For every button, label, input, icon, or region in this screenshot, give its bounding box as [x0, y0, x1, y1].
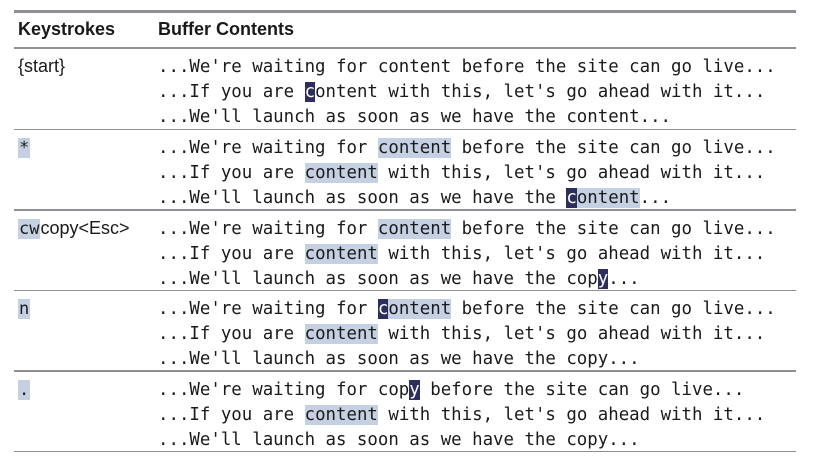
keystrokes-header: Keystrokes: [18, 19, 116, 39]
buffer-text: before the site can go live...: [451, 218, 776, 239]
keystroke-cell: .: [18, 379, 31, 400]
search-match-highlight: content: [304, 163, 378, 183]
buffer-line: ...If you are content with this, let's g…: [158, 80, 776, 105]
buffer-text: with this, let's go ahead with it...: [377, 404, 766, 425]
keystroke-text: {start}: [18, 55, 66, 76]
search-match-highlight: ontent: [576, 188, 640, 208]
buffer-text: ...If you are: [158, 404, 305, 425]
buffer-line: ...We'll launch as soon as we have the c…: [158, 186, 776, 211]
cursor-highlight: c: [304, 81, 316, 102]
buffer-line: ...We'll launch as soon as we have the c…: [158, 105, 776, 130]
buffer-text: ...We're waiting for content before the …: [158, 56, 776, 77]
keystroke-cell: cwcopy<Esc>: [18, 218, 130, 239]
keystroke-cell: n: [18, 298, 31, 319]
buffer-text: before the site can go live...: [451, 299, 776, 319]
buffer-line: ...If you are content with this, let's g…: [158, 403, 765, 428]
buffer-contents-header: Buffer Contents: [158, 19, 294, 39]
buffer-line: ...We're waiting for content before the …: [158, 136, 776, 161]
buffer-line: ...We're waiting for content before the …: [158, 297, 776, 322]
cursor-highlight: y: [597, 268, 609, 289]
buffer-text: ...We'll launch as soon as we have the c…: [158, 349, 640, 369]
keystroke-key-highlighted: n: [18, 299, 31, 319]
buffer-text: ...We'll launch as soon as we have the c…: [158, 429, 640, 450]
keystroke-text: copy<Esc>: [40, 217, 130, 238]
table-row: . ...We're waiting for copy before the si…: [14, 372, 796, 451]
keystroke-key-highlighted: *: [18, 138, 31, 158]
table-row: * ...We're waiting for content before the…: [14, 130, 796, 209]
buffer-text: ...We're waiting for cop: [158, 379, 410, 400]
table-row: cwcopy<Esc> ...We're waiting for content …: [14, 211, 796, 290]
buffer-text: ...If you are: [158, 324, 305, 344]
buffer-contents-cell: ...We're waiting for content before the …: [158, 297, 776, 372]
buffer-line: ...We'll launch as soon as we have the c…: [158, 347, 776, 372]
buffer-text: ...: [639, 188, 672, 208]
buffer-line: ...We'll launch as soon as we have the c…: [158, 428, 765, 453]
buffer-text: ...We'll launch as soon as we have the c…: [158, 268, 598, 289]
buffer-contents-cell: ...We're waiting for content before the …: [158, 217, 776, 292]
buffer-text: ...We're waiting for: [158, 218, 378, 239]
buffer-line: ...We're waiting for content before the …: [158, 217, 776, 242]
buffer-contents-cell: ...We're waiting for copy before the sit…: [158, 378, 765, 453]
keystrokes-table: Keystrokes Buffer Contents {start} ...We'…: [14, 10, 796, 452]
buffer-text: before the site can go live...: [451, 138, 776, 158]
table-row: n ...We're waiting for content before the…: [14, 291, 796, 370]
cursor-highlight: y: [409, 379, 420, 400]
buffer-text: ...: [608, 268, 640, 289]
table-row: {start} ...We're waiting for content befo…: [14, 49, 796, 129]
search-match-highlight: ontent: [388, 299, 452, 319]
cursor-highlight: c: [566, 188, 577, 208]
keystroke-cell: *: [18, 137, 31, 158]
buffer-text: ...If you are: [158, 81, 305, 102]
buffer-contents-cell: ...We're waiting for content before the …: [158, 55, 776, 130]
buffer-contents-cell: ...We're waiting for content before the …: [158, 136, 776, 211]
buffer-line: ...If you are content with this, let's g…: [158, 161, 776, 186]
buffer-line: ...If you are content with this, let's g…: [158, 322, 776, 347]
search-match-highlight: content: [304, 243, 378, 264]
buffer-text: ...We'll launch as soon as we have the c…: [158, 106, 672, 127]
buffer-text: ...If you are: [158, 243, 305, 264]
search-match-highlight: content: [304, 324, 378, 344]
search-match-highlight: content: [377, 218, 452, 239]
cursor-highlight: c: [377, 299, 389, 319]
keystroke-key-highlighted: .: [18, 379, 31, 400]
buffer-line: ...We're waiting for copy before the sit…: [158, 378, 765, 403]
table-body: {start} ...We're waiting for content befo…: [14, 47, 796, 452]
buffer-text: with this, let's go ahead with it...: [377, 243, 766, 264]
buffer-text: ...We're waiting for: [158, 299, 378, 319]
buffer-text: ontent with this, let's go ahead with it…: [315, 81, 766, 102]
keystroke-key-highlighted: cw: [18, 218, 41, 239]
buffer-text: ...If you are: [158, 163, 305, 183]
buffer-text: with this, let's go ahead with it...: [377, 163, 766, 183]
keystroke-cell: {start}: [18, 56, 65, 77]
buffer-text: with this, let's go ahead with it...: [377, 324, 766, 344]
buffer-line: ...If you are content with this, let's g…: [158, 242, 776, 267]
buffer-text: ...We'll launch as soon as we have the: [158, 188, 567, 208]
buffer-text: ...We're waiting for: [158, 138, 378, 158]
buffer-line: ...We're waiting for content before the …: [158, 55, 776, 80]
table-header: Keystrokes Buffer Contents: [14, 13, 796, 47]
buffer-text: before the site can go live...: [419, 379, 745, 400]
buffer-line: ...We'll launch as soon as we have the c…: [158, 267, 776, 292]
search-match-highlight: content: [304, 404, 378, 425]
search-match-highlight: content: [377, 138, 452, 158]
